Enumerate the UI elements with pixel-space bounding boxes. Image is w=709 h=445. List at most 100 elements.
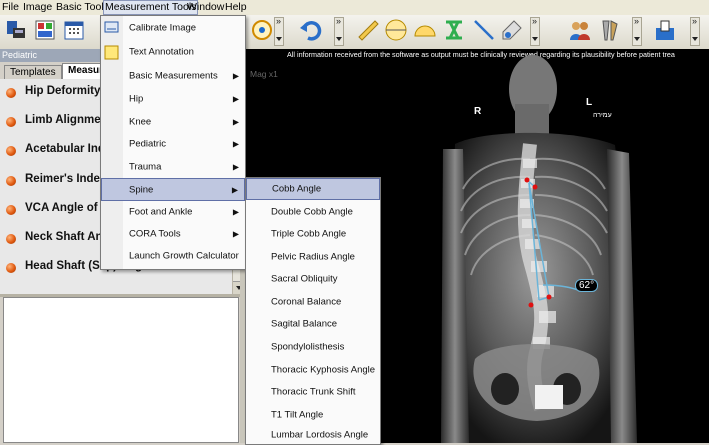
properties-pane <box>3 297 239 443</box>
menu-item-label: Thoracic Kyphosis Angle <box>271 364 376 376</box>
line-tool-icon[interactable] <box>472 18 496 42</box>
users-compare-icon[interactable] <box>568 18 592 42</box>
submenu-arrow-icon: ▶ <box>232 229 239 239</box>
menu-item-basic-measurements[interactable]: Basic Measurements ▶ <box>101 65 245 87</box>
menu-item-foot-and-ankle[interactable]: Foot and Ankle ▶ <box>101 201 245 223</box>
menu-file[interactable]: File <box>1 1 20 13</box>
menu-item-label: Lumbar Lordosis Angle <box>271 429 369 441</box>
menu-item-label: Cobb Angle <box>272 183 322 195</box>
bullet-icon <box>6 117 16 127</box>
menu-item-thoracic-kyphosis-angle[interactable]: Thoracic Kyphosis Angle <box>246 359 380 381</box>
image-sheet-icon[interactable] <box>33 18 57 42</box>
submenu-arrow-icon: ▶ <box>232 94 239 104</box>
menu-item-label: Hip <box>129 93 144 105</box>
bullet-icon <box>6 263 16 273</box>
protractor-icon[interactable] <box>413 18 437 42</box>
submenu-arrow-icon: ▶ <box>232 207 239 217</box>
menu-item-launch-growth-calculator[interactable]: Launch Growth Calculator <box>101 245 245 267</box>
menu-item-label: Text Annotation <box>129 46 194 58</box>
menu-item-label: Double Cobb Angle <box>271 206 353 218</box>
list-item-label: Limb Alignment <box>25 114 112 126</box>
menu-item-text-annotation[interactable]: Text Annotation <box>101 41 245 63</box>
toolbar-overflow-2[interactable] <box>334 16 344 46</box>
menu-image[interactable]: Image <box>22 1 53 13</box>
menu-item-t1-tilt-angle[interactable]: T1 Tilt Angle <box>246 404 380 426</box>
toolbar-overflow-4[interactable] <box>632 16 642 46</box>
menu-item-cora-tools[interactable]: CORA Tools ▶ <box>101 223 245 245</box>
undo-icon[interactable] <box>298 18 322 42</box>
circle-measure-icon[interactable] <box>384 18 408 42</box>
submenu-arrow-icon: ▶ <box>231 185 238 194</box>
menu-item-spine[interactable]: Spine ▶ <box>101 178 245 201</box>
menu-item-coronal-balance[interactable]: Coronal Balance <box>246 291 380 313</box>
list-item-label: Acetabular Inde <box>25 143 112 155</box>
menu-item-double-cobb-angle[interactable]: Double Cobb Angle <box>246 201 380 223</box>
bullet-icon <box>6 205 16 215</box>
marker-left: L <box>586 97 593 108</box>
list-item-label: Reimer's Index <box>25 173 107 185</box>
bullet-icon <box>6 234 16 244</box>
bullet-icon <box>6 146 16 156</box>
menu-item-label: Calibrate Image <box>129 22 197 34</box>
list-footer <box>0 284 232 294</box>
marker-right: R <box>474 106 482 117</box>
menu-item-label: CORA Tools <box>129 228 181 240</box>
export-icon[interactable] <box>653 18 677 42</box>
menu-item-label: Sacral Obliquity <box>271 273 338 285</box>
menu-item-pediatric[interactable]: Pediatric ▶ <box>101 133 245 155</box>
target-zoom-icon[interactable] <box>250 18 274 42</box>
toolbar-overflow-1[interactable] <box>274 16 284 46</box>
menu-item-label: Spondylolisthesis <box>271 341 345 353</box>
menu-item-label: Pediatric <box>129 138 166 150</box>
menu-measurement-tools[interactable]: Measurement Tools <box>103 0 199 15</box>
bullet-icon <box>6 88 16 98</box>
list-item-label: Hip Deformity A <box>25 85 112 97</box>
scanner-icon[interactable] <box>4 18 28 42</box>
menu-item-sacral-obliquity[interactable]: Sacral Obliquity <box>246 268 380 290</box>
menu-item-triple-cobb-angle[interactable]: Triple Cobb Angle <box>246 223 380 245</box>
patient-name-label: עמירה <box>593 112 612 119</box>
menu-item-label: Trauma <box>129 161 162 173</box>
ruler-icon[interactable] <box>356 18 380 42</box>
bullet-icon <box>6 176 16 186</box>
menu-item-label: Triple Cobb Angle <box>271 228 347 240</box>
submenu-arrow-icon: ▶ <box>232 139 239 149</box>
parallel-lines-icon[interactable] <box>442 18 466 42</box>
spine-submenu: Cobb Angle Double Cobb Angle Triple Cobb… <box>245 177 381 445</box>
menu-item-label: Knee <box>129 116 152 128</box>
toolbar-overflow-5[interactable] <box>690 16 700 46</box>
measurement-tools-menu: Calibrate Image Text Annotation Basic Me… <box>100 15 246 270</box>
calendar-grid-icon[interactable] <box>62 18 86 42</box>
menu-item-label: Coronal Balance <box>271 296 342 308</box>
menu-item-pelvic-radius-angle[interactable]: Pelvic Radius Angle <box>246 246 380 268</box>
angle-readout[interactable]: 62° <box>575 279 599 292</box>
menu-item-spondylolisthesis[interactable]: Spondylolisthesis <box>246 336 380 358</box>
menu-item-label: Pelvic Radius Angle <box>271 251 355 263</box>
menu-item-knee[interactable]: Knee ▶ <box>101 111 245 133</box>
menu-item-cobb-angle[interactable]: Cobb Angle <box>246 178 380 200</box>
menu-item-label: Foot and Ankle <box>129 206 193 218</box>
submenu-arrow-icon: ▶ <box>232 162 239 172</box>
toolbar-overflow-3[interactable] <box>530 16 540 46</box>
menu-help[interactable]: Help <box>224 1 248 13</box>
menu-item-label: T1 Tilt Angle <box>271 409 324 421</box>
implant-icon[interactable] <box>597 18 621 42</box>
menu-item-label: Spine <box>129 184 154 195</box>
menu-item-thoracic-trunk-shift[interactable]: Thoracic Trunk Shift <box>246 381 380 403</box>
menu-item-trauma[interactable]: Trauma ▶ <box>101 156 245 178</box>
menu-bar: File Image Basic Tools Measurement Tools… <box>0 0 709 16</box>
menu-item-calibrate-image[interactable]: Calibrate Image <box>101 17 245 39</box>
menu-item-label: Sagital Balance <box>271 318 338 330</box>
menu-item-label: Launch Growth Calculator <box>129 250 239 262</box>
menu-item-lumbar-lordosis-angle[interactable]: Lumbar Lordosis Angle <box>246 426 380 444</box>
tab-templates[interactable]: Templates <box>4 65 62 80</box>
menu-item-sagital-balance[interactable]: Sagital Balance <box>246 313 380 335</box>
menu-basic-tools[interactable]: Basic Tools <box>55 1 110 13</box>
menu-item-hip[interactable]: Hip ▶ <box>101 88 245 110</box>
menu-item-label: Thoracic Trunk Shift <box>271 386 356 398</box>
menu-window[interactable]: Window <box>186 1 225 13</box>
eraser-pen-icon[interactable] <box>500 18 524 42</box>
submenu-arrow-icon: ▶ <box>232 71 239 81</box>
list-item-label: Neck Shaft Ang <box>25 231 110 243</box>
menu-item-label: Basic Measurements <box>129 70 218 82</box>
